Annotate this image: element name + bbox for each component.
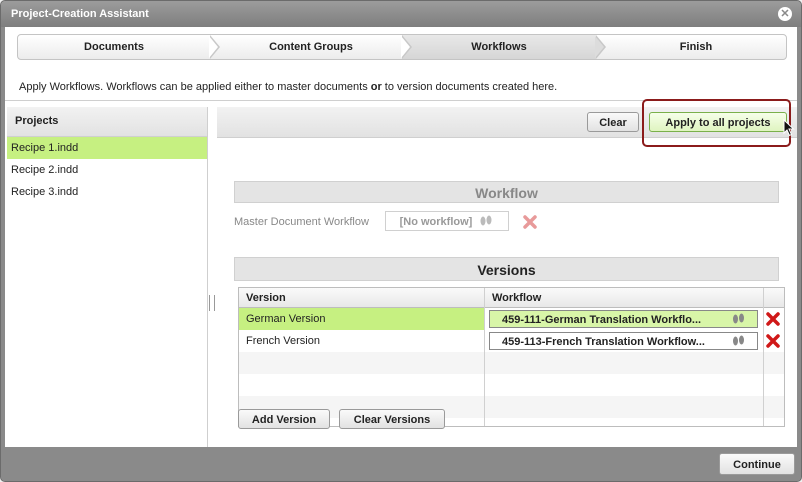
title-bar: Project-Creation Assistant ✕ <box>1 1 801 27</box>
window-title: Project-Creation Assistant <box>11 8 149 20</box>
close-icon[interactable]: ✕ <box>778 7 792 21</box>
intro-part: Apply Workflows. Workflows can be applie… <box>19 81 371 93</box>
step-finish[interactable]: Finish <box>606 35 786 59</box>
workflow-selector[interactable]: 459-113-French Translation Workflow... <box>489 332 758 350</box>
action-column-header <box>763 288 784 308</box>
footprints-icon <box>733 313 744 324</box>
intro-text: Apply Workflows. Workflows can be applie… <box>19 81 557 93</box>
versions-section-title: Versions <box>234 257 779 281</box>
footprints-icon <box>480 215 492 226</box>
splitter-handle[interactable] <box>209 295 215 311</box>
master-workflow-value: [No workflow] <box>399 216 473 228</box>
intro-part: to version documents created here. <box>381 81 558 93</box>
clear-button[interactable]: Clear <box>587 112 639 132</box>
highlight-box <box>642 99 791 147</box>
mouse-cursor-icon <box>783 119 795 137</box>
column-divider <box>763 288 764 426</box>
workflow-selector[interactable]: 459-111-German Translation Workflo... <box>489 310 758 328</box>
project-item[interactable]: Recipe 1.indd <box>7 137 207 159</box>
workflow-name: 459-111-German Translation Workflo... <box>502 314 702 326</box>
empty-row <box>239 352 784 374</box>
assistant-window: Project-Creation Assistant ✕ Documents C… <box>0 0 802 482</box>
clear-versions-button[interactable]: Clear Versions <box>339 409 445 429</box>
table-row[interactable]: French Version 459-113-French Translatio… <box>239 330 784 352</box>
project-item[interactable]: Recipe 2.indd <box>7 159 207 181</box>
versions-table: Version Workflow German Version 459-111-… <box>238 287 785 427</box>
delete-icon[interactable] <box>523 215 537 229</box>
step-arrow <box>595 35 606 59</box>
footer-bar: Continue <box>1 447 801 481</box>
delete-icon[interactable] <box>766 312 780 326</box>
workflow-column-header[interactable]: Workflow <box>484 288 763 308</box>
version-column-header[interactable]: Version <box>239 288 484 308</box>
workflow-panel: Clear Apply to all projects Workflow Mas… <box>217 99 797 447</box>
projects-panel: Projects Recipe 1.indd Recipe 2.indd Rec… <box>7 107 208 447</box>
table-row[interactable]: German Version 459-111-German Translatio… <box>239 308 784 330</box>
continue-button[interactable]: Continue <box>719 453 795 475</box>
master-document-workflow-label: Master Document Workflow <box>234 216 369 228</box>
wizard-steps: Documents Content Groups Workflows Finis… <box>17 34 787 60</box>
dialog-body: Documents Content Groups Workflows Finis… <box>5 27 797 447</box>
column-divider <box>484 288 485 426</box>
version-name: German Version <box>239 308 484 330</box>
version-name: French Version <box>246 335 320 347</box>
workflow-name: 459-113-French Translation Workflow... <box>502 336 705 348</box>
intro-bold: or <box>370 81 382 93</box>
step-workflows[interactable]: Workflows <box>402 35 596 59</box>
step-arrow <box>401 35 412 59</box>
workflow-title-text: Workflow <box>475 185 538 201</box>
workflow-section-title: Workflow <box>234 181 779 203</box>
step-arrow <box>209 35 220 59</box>
step-documents[interactable]: Documents <box>18 35 210 59</box>
projects-header: Projects <box>7 107 207 137</box>
project-item[interactable]: Recipe 3.indd <box>7 181 207 203</box>
footprints-icon <box>733 335 744 346</box>
add-version-button[interactable]: Add Version <box>238 409 330 429</box>
delete-icon[interactable] <box>766 334 780 348</box>
master-workflow-field[interactable]: [No workflow] <box>385 211 509 231</box>
step-content-groups[interactable]: Content Groups <box>220 35 402 59</box>
empty-row <box>239 374 784 396</box>
